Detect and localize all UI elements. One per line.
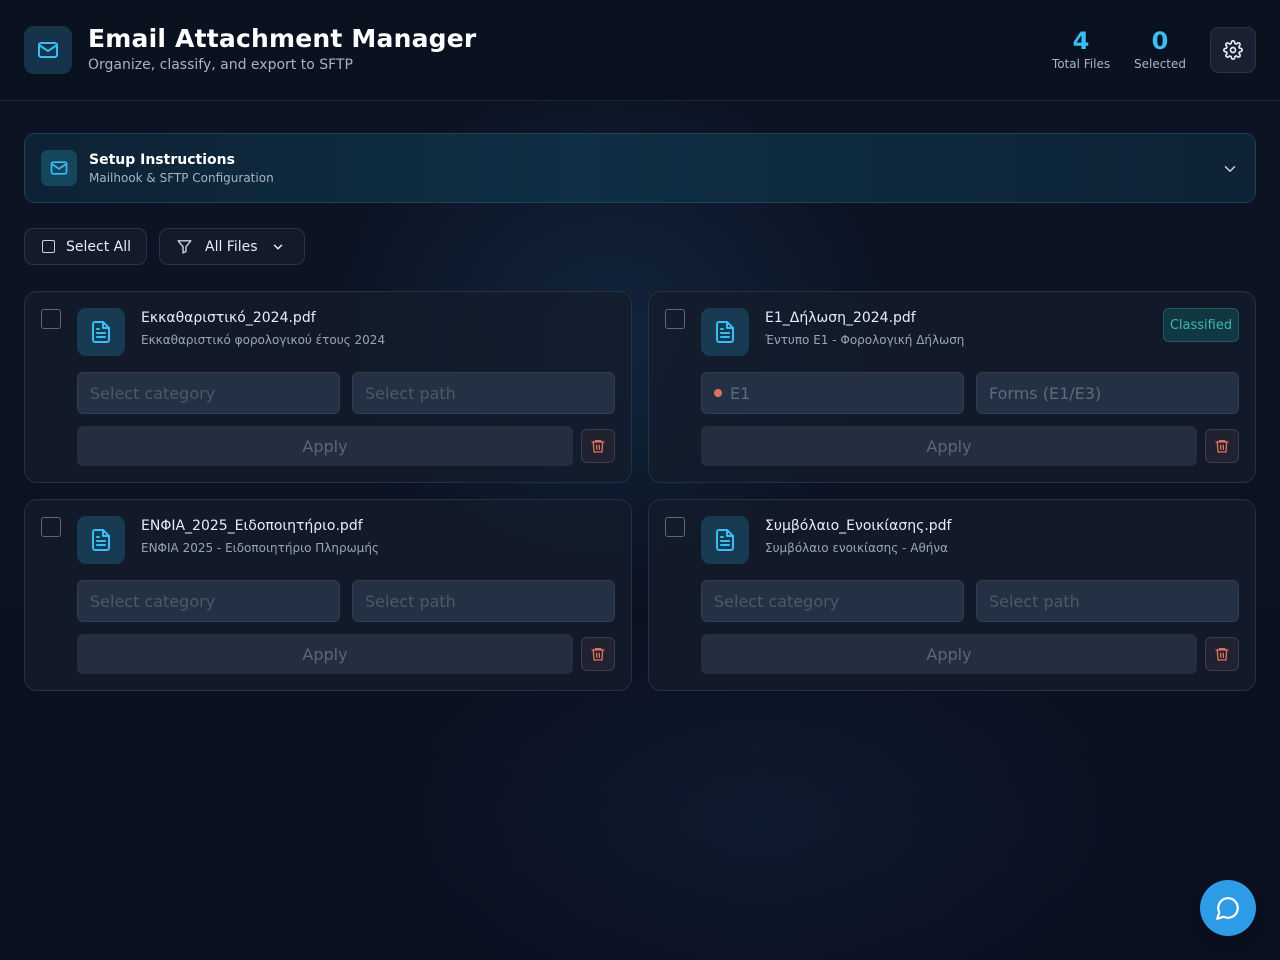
- file-checkbox[interactable]: [41, 309, 61, 329]
- file-description: ΕΝΦΙΑ 2025 - Ειδοποιητήριο Πληρωμής: [141, 541, 379, 555]
- settings-button[interactable]: [1210, 27, 1256, 73]
- app-logo: [24, 26, 72, 74]
- file-checkbox[interactable]: [665, 309, 685, 329]
- chevron-down-icon[interactable]: [1221, 160, 1239, 178]
- file-card: ΕΝΦΙΑ_2025_Ειδοποιητήριο.pdf ΕΝΦΙΑ 2025 …: [24, 499, 632, 691]
- file-type-icon-box: [701, 516, 749, 564]
- file-name: Συμβόλαιο_Ενοικίασης.pdf: [765, 518, 952, 534]
- mail-icon: [50, 161, 68, 175]
- file-name: Ε1_Δήλωση_2024.pdf: [765, 310, 916, 326]
- category-select[interactable]: Select category: [701, 580, 964, 622]
- path-select-value: Forms (E1/E3): [989, 383, 1102, 403]
- file-type-icon-box: [701, 308, 749, 356]
- filter-icon: [177, 240, 192, 254]
- category-select[interactable]: Ε1: [701, 372, 964, 414]
- chat-button[interactable]: [1200, 880, 1256, 936]
- mail-icon: [38, 42, 58, 58]
- file-card: Ε1_Δήλωση_2024.pdf Έντυπο Ε1 - Φορολογικ…: [648, 291, 1256, 483]
- path-select[interactable]: Select path: [352, 372, 615, 414]
- apply-button[interactable]: Apply: [701, 426, 1197, 466]
- app-subtitle: Organize, classify, and export to SFTP: [88, 57, 353, 73]
- trash-icon: [1215, 440, 1229, 453]
- chat-bubble-icon: [1216, 897, 1239, 920]
- category-select-value: Select category: [90, 383, 216, 403]
- category-select-value: Select category: [714, 591, 840, 611]
- file-checkbox[interactable]: [41, 517, 61, 537]
- total-files-value: 4: [1072, 27, 1090, 55]
- document-icon: [716, 321, 734, 343]
- selected-value: 0: [1151, 27, 1169, 55]
- file-card: Συμβόλαιο_Ενοικίασης.pdf Συμβόλαιο ενοικ…: [648, 499, 1256, 691]
- file-name: Εκκαθαριστικό_2024.pdf: [141, 310, 316, 326]
- file-description: Συμβόλαιο ενοικίασης - Αθήνα: [765, 541, 949, 555]
- trash-icon: [591, 648, 605, 661]
- setup-title: Setup Instructions: [89, 152, 235, 168]
- apply-button[interactable]: Apply: [77, 426, 573, 466]
- app-title: Email Attachment Manager: [88, 24, 477, 53]
- classified-badge: Classified: [1163, 308, 1239, 342]
- delete-button[interactable]: [581, 637, 615, 671]
- select-all-button[interactable]: Select All: [24, 228, 147, 265]
- selected-label: Selected: [1133, 57, 1187, 71]
- chevron-down-icon: [273, 243, 282, 250]
- file-description: Έντυπο Ε1 - Φορολογική Δήλωση: [765, 333, 965, 347]
- file-type-icon-box: [77, 308, 125, 356]
- delete-button[interactable]: [1205, 637, 1239, 671]
- setup-instructions-panel[interactable]: Setup Instructions Mailhook & SFTP Confi…: [24, 133, 1256, 203]
- category-select-value: Ε1: [730, 383, 751, 403]
- file-filter-dropdown[interactable]: All Files: [159, 228, 305, 265]
- file-checkbox[interactable]: [665, 517, 685, 537]
- setup-icon: [41, 150, 77, 186]
- app-header: Email Attachment Manager Organize, class…: [0, 0, 1280, 101]
- file-card: Εκκαθαριστικό_2024.pdf Εκκαθαριστικό φορ…: [24, 291, 632, 483]
- file-description: Εκκαθαριστικό φορολογικού έτους 2024: [141, 333, 386, 347]
- gear-icon: [1223, 40, 1243, 60]
- select-all-label: Select All: [66, 238, 131, 255]
- select-all-checkbox[interactable]: [42, 240, 55, 253]
- filter-label: All Files: [205, 238, 258, 255]
- apply-button[interactable]: Apply: [77, 634, 573, 674]
- trash-icon: [591, 440, 605, 453]
- setup-subtitle: Mailhook & SFTP Configuration: [89, 171, 274, 185]
- path-select-value: Select path: [365, 383, 456, 403]
- file-name: ΕΝΦΙΑ_2025_Ειδοποιητήριο.pdf: [141, 518, 363, 534]
- apply-button[interactable]: Apply: [701, 634, 1197, 674]
- total-files-label: Total Files: [1051, 57, 1111, 71]
- document-icon: [716, 529, 734, 551]
- category-select[interactable]: Select category: [77, 580, 340, 622]
- delete-button[interactable]: [1205, 429, 1239, 463]
- document-icon: [92, 529, 110, 551]
- trash-icon: [1215, 648, 1229, 661]
- selected-stat: 0 Selected: [1132, 26, 1188, 71]
- total-files-stat: 4 Total Files: [1050, 26, 1112, 71]
- path-select[interactable]: Forms (E1/E3): [976, 372, 1239, 414]
- path-select[interactable]: Select path: [352, 580, 615, 622]
- path-select-value: Select path: [365, 591, 456, 611]
- category-select[interactable]: Select category: [77, 372, 340, 414]
- category-color-dot: [714, 389, 722, 397]
- path-select-value: Select path: [989, 591, 1080, 611]
- document-icon: [92, 321, 110, 343]
- path-select[interactable]: Select path: [976, 580, 1239, 622]
- delete-button[interactable]: [581, 429, 615, 463]
- file-type-icon-box: [77, 516, 125, 564]
- category-select-value: Select category: [90, 591, 216, 611]
